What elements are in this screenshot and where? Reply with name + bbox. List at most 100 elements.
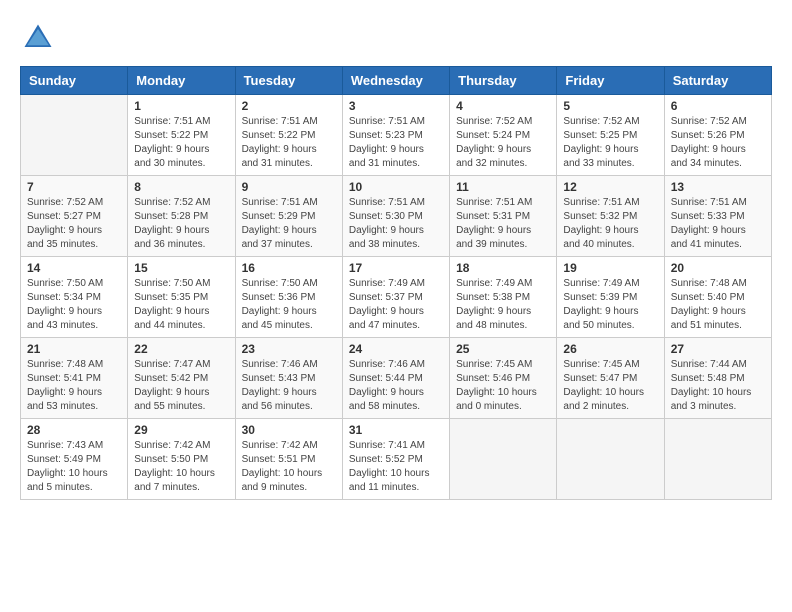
day-info: Sunrise: 7:51 AM Sunset: 5:32 PM Dayligh… xyxy=(563,196,657,252)
calendar-day-header: Saturday xyxy=(664,67,771,95)
day-info: Sunrise: 7:52 AM Sunset: 5:27 PM Dayligh… xyxy=(27,196,121,252)
calendar-day-header: Tuesday xyxy=(235,67,342,95)
calendar-day-header: Thursday xyxy=(450,67,557,95)
day-info: Sunrise: 7:49 AM Sunset: 5:37 PM Dayligh… xyxy=(349,277,443,333)
day-number: 26 xyxy=(563,342,657,356)
calendar-cell: 11 Sunrise: 7:51 AM Sunset: 5:31 PM Dayli… xyxy=(450,176,557,257)
day-info: Sunrise: 7:51 AM Sunset: 5:33 PM Dayligh… xyxy=(671,196,765,252)
day-number: 9 xyxy=(242,180,336,194)
day-number: 22 xyxy=(134,342,228,356)
calendar-cell: 19 Sunrise: 7:49 AM Sunset: 5:39 PM Dayli… xyxy=(557,257,664,338)
day-number: 6 xyxy=(671,99,765,113)
calendar-cell: 6 Sunrise: 7:52 AM Sunset: 5:26 PM Daylig… xyxy=(664,95,771,176)
calendar-cell xyxy=(664,419,771,500)
calendar-cell xyxy=(450,419,557,500)
day-number: 1 xyxy=(134,99,228,113)
calendar-week-row: 28 Sunrise: 7:43 AM Sunset: 5:49 PM Dayli… xyxy=(21,419,772,500)
day-number: 8 xyxy=(134,180,228,194)
calendar-day-header: Friday xyxy=(557,67,664,95)
day-number: 30 xyxy=(242,423,336,437)
day-info: Sunrise: 7:46 AM Sunset: 5:44 PM Dayligh… xyxy=(349,358,443,414)
logo-icon xyxy=(20,20,56,56)
day-info: Sunrise: 7:48 AM Sunset: 5:40 PM Dayligh… xyxy=(671,277,765,333)
day-info: Sunrise: 7:45 AM Sunset: 5:47 PM Dayligh… xyxy=(563,358,657,414)
day-info: Sunrise: 7:43 AM Sunset: 5:49 PM Dayligh… xyxy=(27,439,121,495)
calendar-cell: 26 Sunrise: 7:45 AM Sunset: 5:47 PM Dayli… xyxy=(557,338,664,419)
day-info: Sunrise: 7:52 AM Sunset: 5:25 PM Dayligh… xyxy=(563,115,657,171)
day-info: Sunrise: 7:42 AM Sunset: 5:50 PM Dayligh… xyxy=(134,439,228,495)
day-number: 14 xyxy=(27,261,121,275)
day-number: 3 xyxy=(349,99,443,113)
day-info: Sunrise: 7:49 AM Sunset: 5:39 PM Dayligh… xyxy=(563,277,657,333)
calendar-cell: 3 Sunrise: 7:51 AM Sunset: 5:23 PM Daylig… xyxy=(342,95,449,176)
day-number: 7 xyxy=(27,180,121,194)
calendar-cell: 10Sunrise: 7:51 AM Sunset: 5:30 PM Dayli… xyxy=(342,176,449,257)
day-number: 12 xyxy=(563,180,657,194)
day-info: Sunrise: 7:42 AM Sunset: 5:51 PM Dayligh… xyxy=(242,439,336,495)
day-info: Sunrise: 7:51 AM Sunset: 5:29 PM Dayligh… xyxy=(242,196,336,252)
calendar-week-row: 7 Sunrise: 7:52 AM Sunset: 5:27 PM Daylig… xyxy=(21,176,772,257)
day-number: 13 xyxy=(671,180,765,194)
calendar-table: SundayMondayTuesdayWednesdayThursdayFrid… xyxy=(20,66,772,500)
day-info: Sunrise: 7:51 AM Sunset: 5:23 PM Dayligh… xyxy=(349,115,443,171)
calendar-day-header: Monday xyxy=(128,67,235,95)
calendar-cell: 31 Sunrise: 7:41 AM Sunset: 5:52 PM Dayli… xyxy=(342,419,449,500)
calendar-day-header: Wednesday xyxy=(342,67,449,95)
day-number: 4 xyxy=(456,99,550,113)
day-number: 23 xyxy=(242,342,336,356)
day-number: 18 xyxy=(456,261,550,275)
calendar-cell xyxy=(21,95,128,176)
calendar-cell: 5 Sunrise: 7:52 AM Sunset: 5:25 PM Daylig… xyxy=(557,95,664,176)
calendar-header-row: SundayMondayTuesdayWednesdayThursdayFrid… xyxy=(21,67,772,95)
calendar-cell: 29 Sunrise: 7:42 AM Sunset: 5:50 PM Dayli… xyxy=(128,419,235,500)
calendar-cell: 20Sunrise: 7:48 AM Sunset: 5:40 PM Dayli… xyxy=(664,257,771,338)
day-info: Sunrise: 7:47 AM Sunset: 5:42 PM Dayligh… xyxy=(134,358,228,414)
calendar-cell: 13 Sunrise: 7:51 AM Sunset: 5:33 PM Dayli… xyxy=(664,176,771,257)
calendar-cell: 30 Sunrise: 7:42 AM Sunset: 5:51 PM Dayli… xyxy=(235,419,342,500)
day-info: Sunrise: 7:51 AM Sunset: 5:22 PM Dayligh… xyxy=(242,115,336,171)
day-info: Sunrise: 7:52 AM Sunset: 5:26 PM Dayligh… xyxy=(671,115,765,171)
day-number: 31 xyxy=(349,423,443,437)
day-info: Sunrise: 7:52 AM Sunset: 5:24 PM Dayligh… xyxy=(456,115,550,171)
calendar-day-header: Sunday xyxy=(21,67,128,95)
calendar-cell: 15Sunrise: 7:50 AM Sunset: 5:35 PM Dayli… xyxy=(128,257,235,338)
calendar-cell: 14 Sunrise: 7:50 AM Sunset: 5:34 PM Dayli… xyxy=(21,257,128,338)
day-info: Sunrise: 7:41 AM Sunset: 5:52 PM Dayligh… xyxy=(349,439,443,495)
calendar-week-row: 14 Sunrise: 7:50 AM Sunset: 5:34 PM Dayli… xyxy=(21,257,772,338)
calendar-cell: 8Sunrise: 7:52 AM Sunset: 5:28 PM Daylig… xyxy=(128,176,235,257)
calendar-cell: 7 Sunrise: 7:52 AM Sunset: 5:27 PM Daylig… xyxy=(21,176,128,257)
day-number: 24 xyxy=(349,342,443,356)
day-info: Sunrise: 7:50 AM Sunset: 5:34 PM Dayligh… xyxy=(27,277,121,333)
calendar-cell xyxy=(557,419,664,500)
day-info: Sunrise: 7:44 AM Sunset: 5:48 PM Dayligh… xyxy=(671,358,765,414)
page-header xyxy=(20,20,772,56)
day-number: 19 xyxy=(563,261,657,275)
day-number: 15 xyxy=(134,261,228,275)
day-info: Sunrise: 7:46 AM Sunset: 5:43 PM Dayligh… xyxy=(242,358,336,414)
calendar-cell: 1 Sunrise: 7:51 AM Sunset: 5:22 PM Daylig… xyxy=(128,95,235,176)
calendar-cell: 25Sunrise: 7:45 AM Sunset: 5:46 PM Dayli… xyxy=(450,338,557,419)
calendar-cell: 18Sunrise: 7:49 AM Sunset: 5:38 PM Dayli… xyxy=(450,257,557,338)
day-number: 27 xyxy=(671,342,765,356)
calendar-cell: 4 Sunrise: 7:52 AM Sunset: 5:24 PM Daylig… xyxy=(450,95,557,176)
calendar-week-row: 1 Sunrise: 7:51 AM Sunset: 5:22 PM Daylig… xyxy=(21,95,772,176)
calendar-cell: 9 Sunrise: 7:51 AM Sunset: 5:29 PM Daylig… xyxy=(235,176,342,257)
calendar-cell: 28 Sunrise: 7:43 AM Sunset: 5:49 PM Dayli… xyxy=(21,419,128,500)
day-number: 5 xyxy=(563,99,657,113)
day-info: Sunrise: 7:48 AM Sunset: 5:41 PM Dayligh… xyxy=(27,358,121,414)
calendar-cell: 17Sunrise: 7:49 AM Sunset: 5:37 PM Dayli… xyxy=(342,257,449,338)
calendar-cell: 12 Sunrise: 7:51 AM Sunset: 5:32 PM Dayli… xyxy=(557,176,664,257)
day-number: 16 xyxy=(242,261,336,275)
day-info: Sunrise: 7:51 AM Sunset: 5:22 PM Dayligh… xyxy=(134,115,228,171)
calendar-cell: 16Sunrise: 7:50 AM Sunset: 5:36 PM Dayli… xyxy=(235,257,342,338)
day-number: 10 xyxy=(349,180,443,194)
calendar-cell: 23 Sunrise: 7:46 AM Sunset: 5:43 PM Dayli… xyxy=(235,338,342,419)
calendar-cell: 21Sunrise: 7:48 AM Sunset: 5:41 PM Dayli… xyxy=(21,338,128,419)
day-info: Sunrise: 7:45 AM Sunset: 5:46 PM Dayligh… xyxy=(456,358,550,414)
day-number: 11 xyxy=(456,180,550,194)
day-info: Sunrise: 7:51 AM Sunset: 5:31 PM Dayligh… xyxy=(456,196,550,252)
calendar-cell: 2Sunrise: 7:51 AM Sunset: 5:22 PM Daylig… xyxy=(235,95,342,176)
day-number: 28 xyxy=(27,423,121,437)
day-number: 29 xyxy=(134,423,228,437)
calendar-cell: 24 Sunrise: 7:46 AM Sunset: 5:44 PM Dayli… xyxy=(342,338,449,419)
